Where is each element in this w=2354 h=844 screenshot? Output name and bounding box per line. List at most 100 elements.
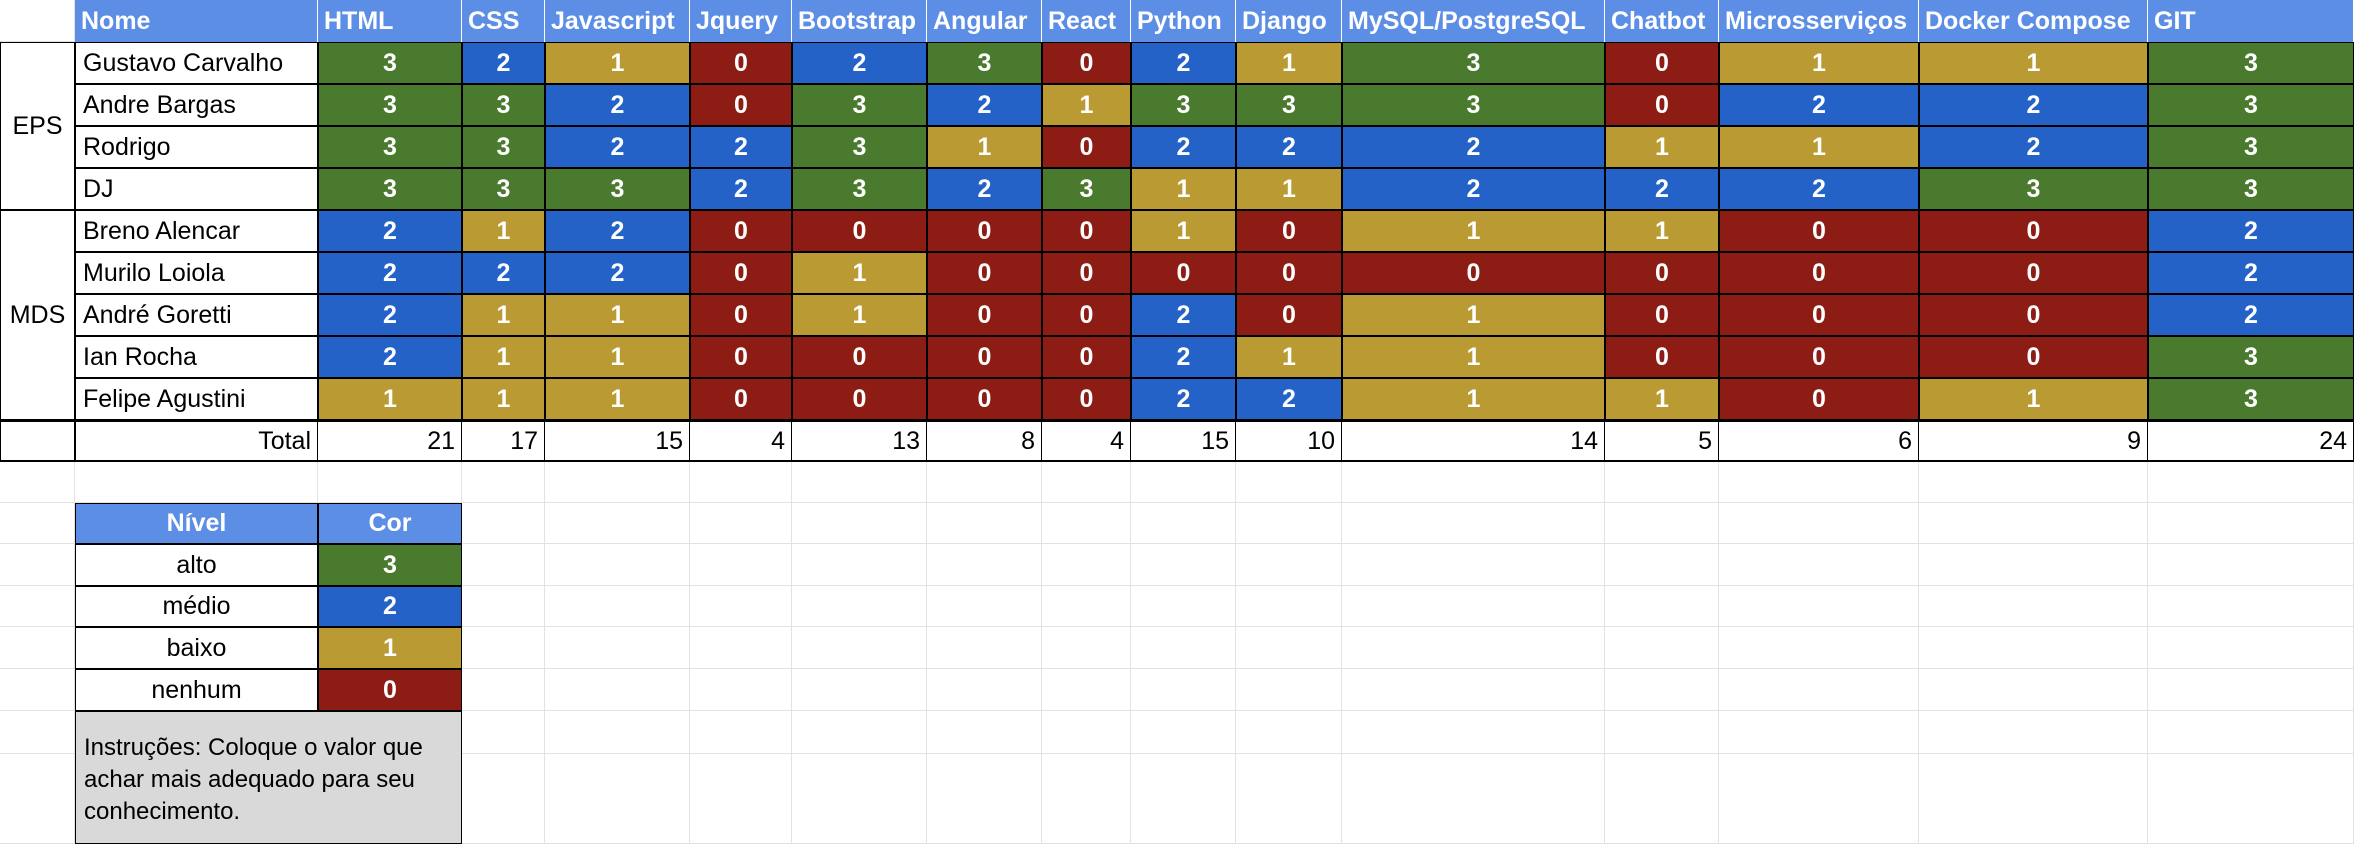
legend-color-swatch[interactable]: 1	[318, 627, 462, 669]
score-cell[interactable]: 3	[792, 126, 927, 168]
total-value[interactable]: 21	[318, 420, 462, 462]
score-cell[interactable]: 0	[690, 336, 792, 378]
header-skill[interactable]: Microsserviços	[1719, 0, 1919, 42]
score-cell[interactable]: 1	[1919, 378, 2148, 420]
grid-cell[interactable]	[1042, 669, 1131, 711]
score-cell[interactable]: 0	[792, 336, 927, 378]
grid-cell[interactable]	[1342, 586, 1605, 627]
legend-color-swatch[interactable]: 2	[318, 586, 462, 627]
score-cell[interactable]: 1	[318, 378, 462, 420]
grid-cell[interactable]	[2148, 544, 2354, 586]
legend-level-label[interactable]: baixo	[75, 627, 318, 669]
grid-cell[interactable]	[1342, 754, 1605, 844]
score-cell[interactable]: 2	[545, 126, 690, 168]
score-cell[interactable]: 2	[1131, 126, 1236, 168]
score-cell[interactable]: 0	[927, 294, 1042, 336]
grid-cell[interactable]	[462, 462, 545, 503]
score-cell[interactable]: 0	[1236, 210, 1342, 252]
grid-cell[interactable]	[792, 754, 927, 844]
grid-cell[interactable]	[1719, 669, 1919, 711]
score-cell[interactable]: 0	[690, 294, 792, 336]
header-skill[interactable]: Docker Compose	[1919, 0, 2148, 42]
score-cell[interactable]: 0	[1919, 336, 2148, 378]
score-cell[interactable]: 0	[1719, 378, 1919, 420]
grid-cell[interactable]	[927, 544, 1042, 586]
score-cell[interactable]: 1	[545, 378, 690, 420]
grid-cell[interactable]	[690, 711, 792, 754]
score-cell[interactable]: 2	[462, 42, 545, 84]
grid-cell[interactable]	[1342, 544, 1605, 586]
score-cell[interactable]: 1	[462, 210, 545, 252]
score-cell[interactable]: 2	[318, 210, 462, 252]
grid-cell[interactable]	[1605, 503, 1719, 544]
score-cell[interactable]: 3	[2148, 84, 2354, 126]
grid-cell[interactable]	[1919, 544, 2148, 586]
person-name[interactable]: Ian Rocha	[75, 336, 318, 378]
grid-cell[interactable]	[1605, 711, 1719, 754]
grid-cell[interactable]	[1919, 627, 2148, 669]
header-skill[interactable]: Chatbot	[1605, 0, 1719, 42]
grid-cell[interactable]	[1719, 462, 1919, 503]
score-cell[interactable]: 2	[1131, 378, 1236, 420]
grid-cell[interactable]	[792, 711, 927, 754]
grid-cell[interactable]	[1605, 544, 1719, 586]
grid-cell[interactable]	[75, 462, 318, 503]
grid-cell[interactable]	[1131, 669, 1236, 711]
score-cell[interactable]: 1	[1342, 336, 1605, 378]
score-cell[interactable]: 2	[1919, 126, 2148, 168]
header-skill[interactable]: MySQL/PostgreSQL	[1342, 0, 1605, 42]
score-cell[interactable]: 0	[1236, 294, 1342, 336]
total-label[interactable]: Total	[75, 420, 318, 462]
total-value[interactable]: 10	[1236, 420, 1342, 462]
total-value[interactable]: 5	[1605, 420, 1719, 462]
score-cell[interactable]: 3	[462, 84, 545, 126]
grid-cell[interactable]	[2148, 754, 2354, 844]
score-cell[interactable]: 3	[792, 168, 927, 210]
score-cell[interactable]: 2	[927, 84, 1042, 126]
header-skill[interactable]: HTML	[318, 0, 462, 42]
score-cell[interactable]: 0	[690, 210, 792, 252]
score-cell[interactable]: 0	[1605, 252, 1719, 294]
score-cell[interactable]: 0	[690, 42, 792, 84]
grid-cell[interactable]	[1342, 462, 1605, 503]
score-cell[interactable]: 2	[1131, 294, 1236, 336]
total-value[interactable]: 6	[1719, 420, 1919, 462]
person-name[interactable]: Rodrigo	[75, 126, 318, 168]
grid-cell[interactable]	[1236, 669, 1342, 711]
grid-cell[interactable]	[690, 669, 792, 711]
grid-cell[interactable]	[2148, 669, 2354, 711]
score-cell[interactable]: 1	[1042, 84, 1131, 126]
grid-cell[interactable]	[1131, 503, 1236, 544]
grid-cell[interactable]	[2148, 711, 2354, 754]
header-skill[interactable]: Bootstrap	[792, 0, 927, 42]
grid-cell[interactable]	[0, 711, 75, 754]
grid-cell[interactable]	[1919, 711, 2148, 754]
person-name[interactable]: Andre Bargas	[75, 84, 318, 126]
grid-cell[interactable]	[462, 754, 545, 844]
header-skill[interactable]: Jquery	[690, 0, 792, 42]
score-cell[interactable]: 2	[462, 252, 545, 294]
score-cell[interactable]: 3	[2148, 42, 2354, 84]
score-cell[interactable]: 2	[2148, 210, 2354, 252]
grid-cell[interactable]	[690, 627, 792, 669]
score-cell[interactable]: 2	[927, 168, 1042, 210]
score-cell[interactable]: 1	[1131, 168, 1236, 210]
score-cell[interactable]: 3	[1342, 84, 1605, 126]
grid-cell[interactable]	[1131, 711, 1236, 754]
score-cell[interactable]: 3	[792, 84, 927, 126]
grid-cell[interactable]	[1236, 711, 1342, 754]
grid-cell[interactable]	[1236, 586, 1342, 627]
score-cell[interactable]: 1	[1131, 210, 1236, 252]
score-cell[interactable]: 3	[927, 42, 1042, 84]
grid-cell[interactable]	[545, 503, 690, 544]
score-cell[interactable]: 1	[1342, 378, 1605, 420]
legend-level-label[interactable]: médio	[75, 586, 318, 627]
grid-cell[interactable]	[0, 544, 75, 586]
score-cell[interactable]: 0	[792, 210, 927, 252]
score-cell[interactable]: 2	[318, 294, 462, 336]
total-value[interactable]: 8	[927, 420, 1042, 462]
score-cell[interactable]: 1	[462, 294, 545, 336]
grid-cell[interactable]	[318, 462, 462, 503]
grid-cell[interactable]	[1342, 711, 1605, 754]
grid-cell[interactable]	[1236, 462, 1342, 503]
